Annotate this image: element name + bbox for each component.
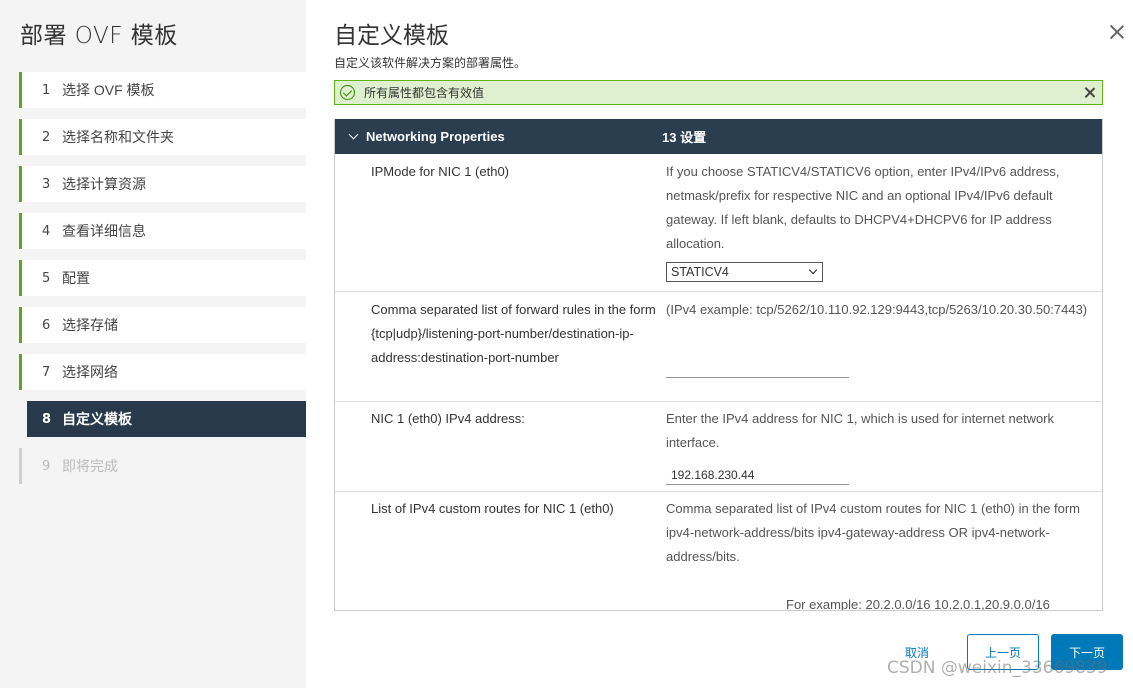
step-label: 选择计算资源 bbox=[62, 176, 146, 192]
group-header[interactable]: Networking Properties 13 设置 bbox=[335, 119, 1102, 154]
step-2[interactable]: 2 选择名称和文件夹 bbox=[19, 119, 306, 155]
success-alert: 所有属性都包含有效值 bbox=[334, 80, 1103, 105]
step-6[interactable]: 6 选择存储 bbox=[19, 307, 306, 343]
step-number: 9 bbox=[42, 458, 51, 474]
wizard-title: 部署 OVF 模板 bbox=[20, 23, 178, 49]
step-4[interactable]: 4 查看详细信息 bbox=[19, 213, 306, 249]
step-label: 即将完成 bbox=[62, 458, 118, 474]
step-3[interactable]: 3 选择计算资源 bbox=[19, 166, 306, 202]
property-description: If you choose STATICV4/STATICV6 option, … bbox=[666, 164, 1060, 251]
property-example: For example: 20.2.0.0/16 10.2.0.1,20.9.0… bbox=[786, 597, 1050, 611]
select-value: STATICV4 bbox=[671, 265, 729, 279]
property-row: List of IPv4 custom routes for NIC 1 (et… bbox=[335, 492, 1102, 611]
step-7[interactable]: 7 选择网络 bbox=[19, 354, 306, 390]
property-row: NIC 1 (eth0) IPv4 address: Enter the IPv… bbox=[335, 402, 1102, 492]
property-description: Enter the IPv4 address for NIC 1, which … bbox=[666, 411, 1055, 450]
properties-grid: Networking Properties 13 设置 IPMode for N… bbox=[334, 119, 1103, 611]
property-label: NIC 1 (eth0) IPv4 address: bbox=[371, 411, 525, 426]
step-number: 2 bbox=[42, 129, 51, 145]
step-number: 6 bbox=[42, 317, 51, 333]
step-number: 3 bbox=[42, 176, 51, 192]
step-1[interactable]: 1 选择 OVF 模板 bbox=[19, 72, 306, 108]
ipmode-select[interactable]: STATICV4 bbox=[666, 262, 823, 282]
group-count: 13 设置 bbox=[662, 130, 707, 145]
group-name: Networking Properties bbox=[366, 129, 505, 144]
page-title: 自定义模板 bbox=[334, 23, 449, 49]
property-label: IPMode for NIC 1 (eth0) bbox=[371, 164, 509, 179]
step-number: 1 bbox=[42, 82, 51, 98]
property-description: (IPv4 example: tcp/5262/10.110.92.129:94… bbox=[666, 302, 1088, 317]
forward-rules-input[interactable] bbox=[666, 358, 849, 378]
page-subtitle: 自定义该软件解决方案的部署属性。 bbox=[334, 56, 527, 70]
step-label: 配置 bbox=[62, 270, 90, 286]
step-number: 4 bbox=[42, 223, 51, 239]
step-8-active[interactable]: 8 自定义模板 bbox=[27, 401, 306, 437]
step-9: 9 即将完成 bbox=[19, 448, 306, 484]
check-circle-icon bbox=[340, 85, 355, 100]
step-label: 查看详细信息 bbox=[62, 223, 146, 239]
watermark: CSDN @weixin_33669839 bbox=[887, 658, 1108, 678]
step-5[interactable]: 5 配置 bbox=[19, 260, 306, 296]
step-label: 自定义模板 bbox=[62, 411, 132, 427]
alert-text: 所有属性都包含有效值 bbox=[364, 86, 485, 100]
wizard-sidebar: 部署 OVF 模板 1 选择 OVF 模板 2 选择名称和文件夹 3 选择计算资源 4… bbox=[0, 0, 306, 688]
property-row: Comma separated list of forward rules in… bbox=[335, 292, 1102, 402]
property-row: IPMode for NIC 1 (eth0) If you choose ST… bbox=[335, 154, 1102, 292]
step-label: 选择存储 bbox=[62, 317, 118, 333]
chevron-down-icon bbox=[808, 265, 818, 275]
step-label: 选择名称和文件夹 bbox=[62, 129, 174, 145]
property-label: Comma separated list of forward rules in… bbox=[371, 302, 656, 365]
step-number: 5 bbox=[42, 270, 51, 286]
close-icon[interactable] bbox=[1107, 22, 1127, 42]
alert-close-icon[interactable] bbox=[1083, 86, 1096, 99]
step-number: 7 bbox=[42, 364, 51, 380]
step-label: 选择网络 bbox=[62, 364, 118, 380]
property-description: Comma separated list of IPv4 custom rout… bbox=[666, 501, 1080, 564]
ipv4-address-input[interactable] bbox=[666, 465, 849, 485]
step-number: 8 bbox=[42, 411, 52, 427]
property-label: List of IPv4 custom routes for NIC 1 (et… bbox=[371, 501, 614, 516]
step-label: 选择 OVF 模板 bbox=[62, 82, 155, 98]
wizard-steps: 1 选择 OVF 模板 2 选择名称和文件夹 3 选择计算资源 4 查看详细信息 5 配置… bbox=[19, 72, 306, 495]
chevron-down-icon[interactable] bbox=[348, 129, 359, 140]
